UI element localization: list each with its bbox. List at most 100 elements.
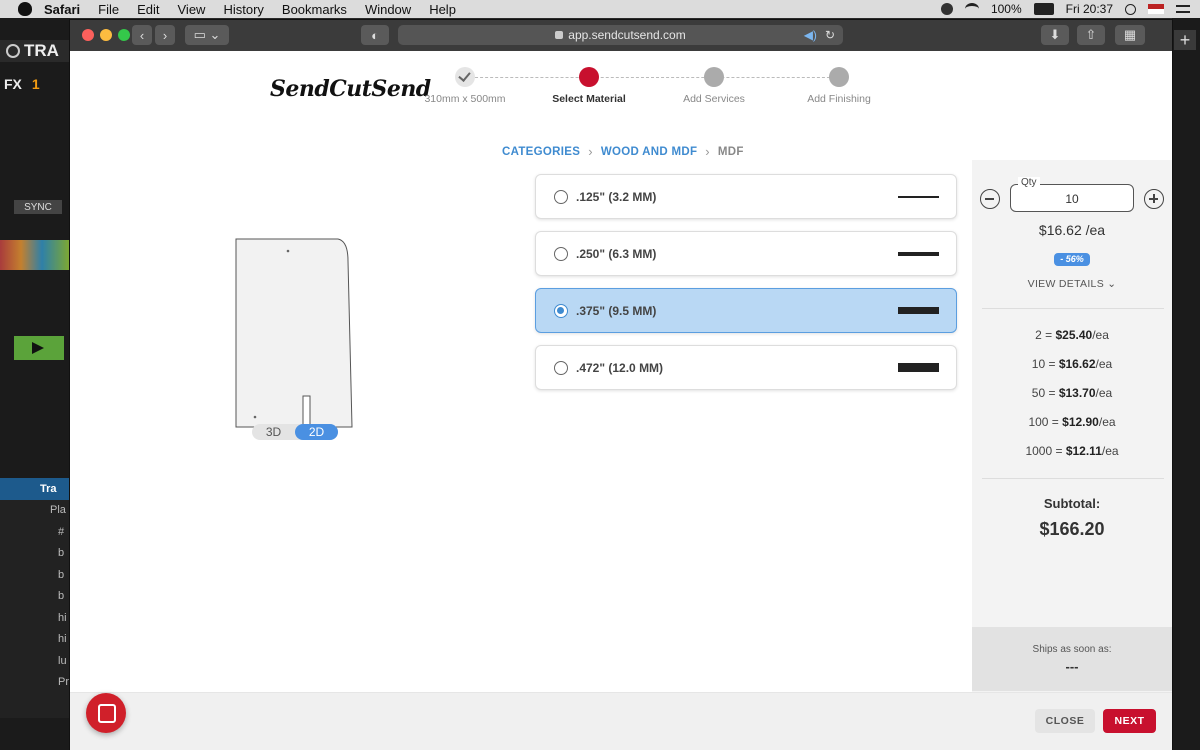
list-item[interactable]: b bbox=[0, 586, 70, 608]
menu-edit[interactable]: Edit bbox=[137, 2, 159, 17]
download-icon: ⬇ bbox=[1049, 27, 1061, 42]
radio-button[interactable] bbox=[554, 360, 568, 375]
tier-unit: /ea bbox=[1095, 357, 1113, 371]
tier-unit: /ea bbox=[1101, 444, 1119, 458]
step-add-services[interactable]: Add Services bbox=[649, 67, 779, 105]
radio-button[interactable] bbox=[554, 246, 568, 261]
radio-button[interactable] bbox=[554, 303, 568, 318]
wifi-icon[interactable] bbox=[964, 3, 979, 15]
view-details-link[interactable]: VIEW DETAILS ⌄ bbox=[972, 278, 1172, 290]
pricing-panel: 10 Qty $16.62 /ea - 56% VIEW DETAILS ⌄ 2… bbox=[972, 160, 1172, 695]
tier-qty: 10 = bbox=[1031, 357, 1056, 371]
menu-help[interactable]: Help bbox=[429, 2, 456, 17]
list-item[interactable]: b bbox=[0, 564, 70, 586]
view-mode-toggle[interactable]: 3D 2D bbox=[252, 424, 338, 440]
toggle-2d[interactable]: 2D bbox=[295, 424, 338, 440]
chevron-right-icon: › bbox=[588, 144, 593, 159]
reload-icon[interactable]: ↻ bbox=[825, 28, 835, 42]
chevron-right-icon: › bbox=[705, 144, 710, 159]
thickness-option-125[interactable]: .125" (3.2 MM) bbox=[535, 174, 957, 219]
list-item[interactable]: Pla bbox=[0, 500, 70, 522]
thickness-option-472[interactable]: .472" (12.0 MM) bbox=[535, 345, 957, 390]
menu-window[interactable]: Window bbox=[365, 2, 411, 17]
price-tier: 1000 = $12.11/ea bbox=[972, 444, 1172, 458]
plus-icon[interactable] bbox=[1144, 189, 1164, 209]
forward-button[interactable]: › bbox=[155, 25, 175, 45]
menu-history[interactable]: History bbox=[223, 2, 263, 17]
tier-qty: 2 = bbox=[1035, 328, 1053, 342]
thickness-option-375[interactable]: .375" (9.5 MM) bbox=[535, 288, 957, 333]
privacy-report-button[interactable]: ◐ bbox=[361, 25, 389, 45]
part-preview[interactable] bbox=[230, 231, 360, 436]
user-icon[interactable] bbox=[940, 3, 953, 15]
close-button[interactable]: CLOSE bbox=[1035, 709, 1095, 733]
share-button[interactable]: ⇧ bbox=[1077, 25, 1105, 45]
address-bar[interactable]: app.sendcutsend.com ◀) ↻ bbox=[398, 25, 843, 45]
back-button[interactable]: ‹ bbox=[132, 25, 152, 45]
menu-clock[interactable]: Fri 20:37 bbox=[1066, 2, 1113, 16]
menu-app-name[interactable]: Safari bbox=[44, 2, 80, 17]
battery-percent: 100% bbox=[990, 2, 1022, 16]
list-item[interactable]: hi bbox=[0, 629, 70, 651]
list-item-label: Pr bbox=[58, 676, 69, 689]
footer-bar bbox=[70, 692, 1172, 750]
chat-icon[interactable] bbox=[86, 693, 126, 733]
radio-button[interactable] bbox=[554, 189, 568, 204]
audio-icon[interactable]: ◀) bbox=[804, 28, 817, 42]
step-dimensions[interactable]: 310mm x 500mm bbox=[400, 67, 530, 105]
breadcrumb-wood-and-mdf[interactable]: WOOD AND MDF bbox=[601, 146, 697, 158]
progress-steps: 310mm x 500mm Select Material Add Servic… bbox=[400, 67, 871, 117]
step-dot bbox=[704, 67, 724, 87]
breadcrumb: CATEGORIES › WOOD AND MDF › MDF bbox=[502, 144, 744, 159]
fx-label-text: FX bbox=[4, 76, 22, 92]
step-label: Add Services bbox=[683, 93, 745, 105]
check-icon bbox=[455, 67, 475, 87]
list-item-label: hi bbox=[58, 633, 67, 646]
minimize-window-button[interactable] bbox=[100, 29, 112, 41]
status-area: 100% Fri 20:37 bbox=[940, 0, 1190, 18]
sync-button-label: SYNC bbox=[24, 201, 52, 213]
menu-bookmarks[interactable]: Bookmarks bbox=[282, 2, 347, 17]
menu-file[interactable]: File bbox=[98, 2, 119, 17]
menu-view[interactable]: View bbox=[178, 2, 206, 17]
sidebar-icon: ▭ ⌄ bbox=[193, 27, 221, 42]
tab-overview-button[interactable]: ▦ bbox=[1115, 25, 1145, 45]
breadcrumb-categories[interactable]: CATEGORIES bbox=[502, 146, 580, 158]
thickness-label: .375" (9.5 MM) bbox=[576, 303, 657, 318]
list-item[interactable]: Tra bbox=[0, 478, 70, 500]
notification-center-icon[interactable] bbox=[1176, 5, 1190, 13]
sync-button[interactable]: SYNC bbox=[14, 200, 62, 214]
web-page: SendCutSend 310mm x 500mm Select Materia… bbox=[70, 51, 1172, 750]
next-button[interactable]: NEXT bbox=[1103, 709, 1156, 733]
downloads-button[interactable]: ⬇ bbox=[1041, 25, 1069, 45]
minus-icon[interactable] bbox=[980, 189, 1000, 209]
flag-icon[interactable] bbox=[1148, 4, 1164, 14]
list-item-label: lu bbox=[58, 654, 67, 667]
list-item-label: Pla bbox=[50, 504, 66, 517]
subtotal-label: Subtotal: bbox=[1043, 496, 1101, 511]
list-item[interactable]: hi bbox=[0, 607, 70, 629]
battery-icon[interactable] bbox=[1033, 3, 1054, 15]
chevron-down-icon: ⌄ bbox=[1107, 278, 1117, 290]
menu-bar: Safari File Edit View History Bookmarks … bbox=[0, 0, 1200, 18]
list-item[interactable]: lu bbox=[0, 650, 70, 672]
step-add-finishing[interactable]: Add Finishing bbox=[774, 67, 904, 105]
fx-label[interactable]: FX 1 bbox=[0, 76, 70, 98]
list-item[interactable]: Pr bbox=[0, 672, 70, 694]
close-window-button[interactable] bbox=[82, 29, 94, 41]
play-button[interactable] bbox=[14, 336, 64, 360]
toggle-3d[interactable]: 3D bbox=[252, 424, 295, 440]
step-select-material[interactable]: Select Material bbox=[524, 67, 654, 105]
tier-price: $16.62 bbox=[1058, 357, 1096, 371]
zoom-window-button[interactable] bbox=[118, 29, 130, 41]
thickness-indicator bbox=[898, 363, 939, 372]
list-item[interactable]: # bbox=[0, 521, 70, 543]
waveform[interactable] bbox=[0, 240, 70, 270]
add-icon[interactable]: + bbox=[1174, 30, 1196, 50]
tier-unit: /ea bbox=[1098, 415, 1116, 429]
thickness-option-250[interactable]: .250" (6.3 MM) bbox=[535, 231, 957, 276]
sidebar-button[interactable]: ▭ ⌄ bbox=[185, 25, 229, 45]
spotlight-icon[interactable] bbox=[1125, 3, 1136, 15]
apple-icon[interactable] bbox=[18, 2, 32, 16]
list-item[interactable]: b bbox=[0, 543, 70, 565]
